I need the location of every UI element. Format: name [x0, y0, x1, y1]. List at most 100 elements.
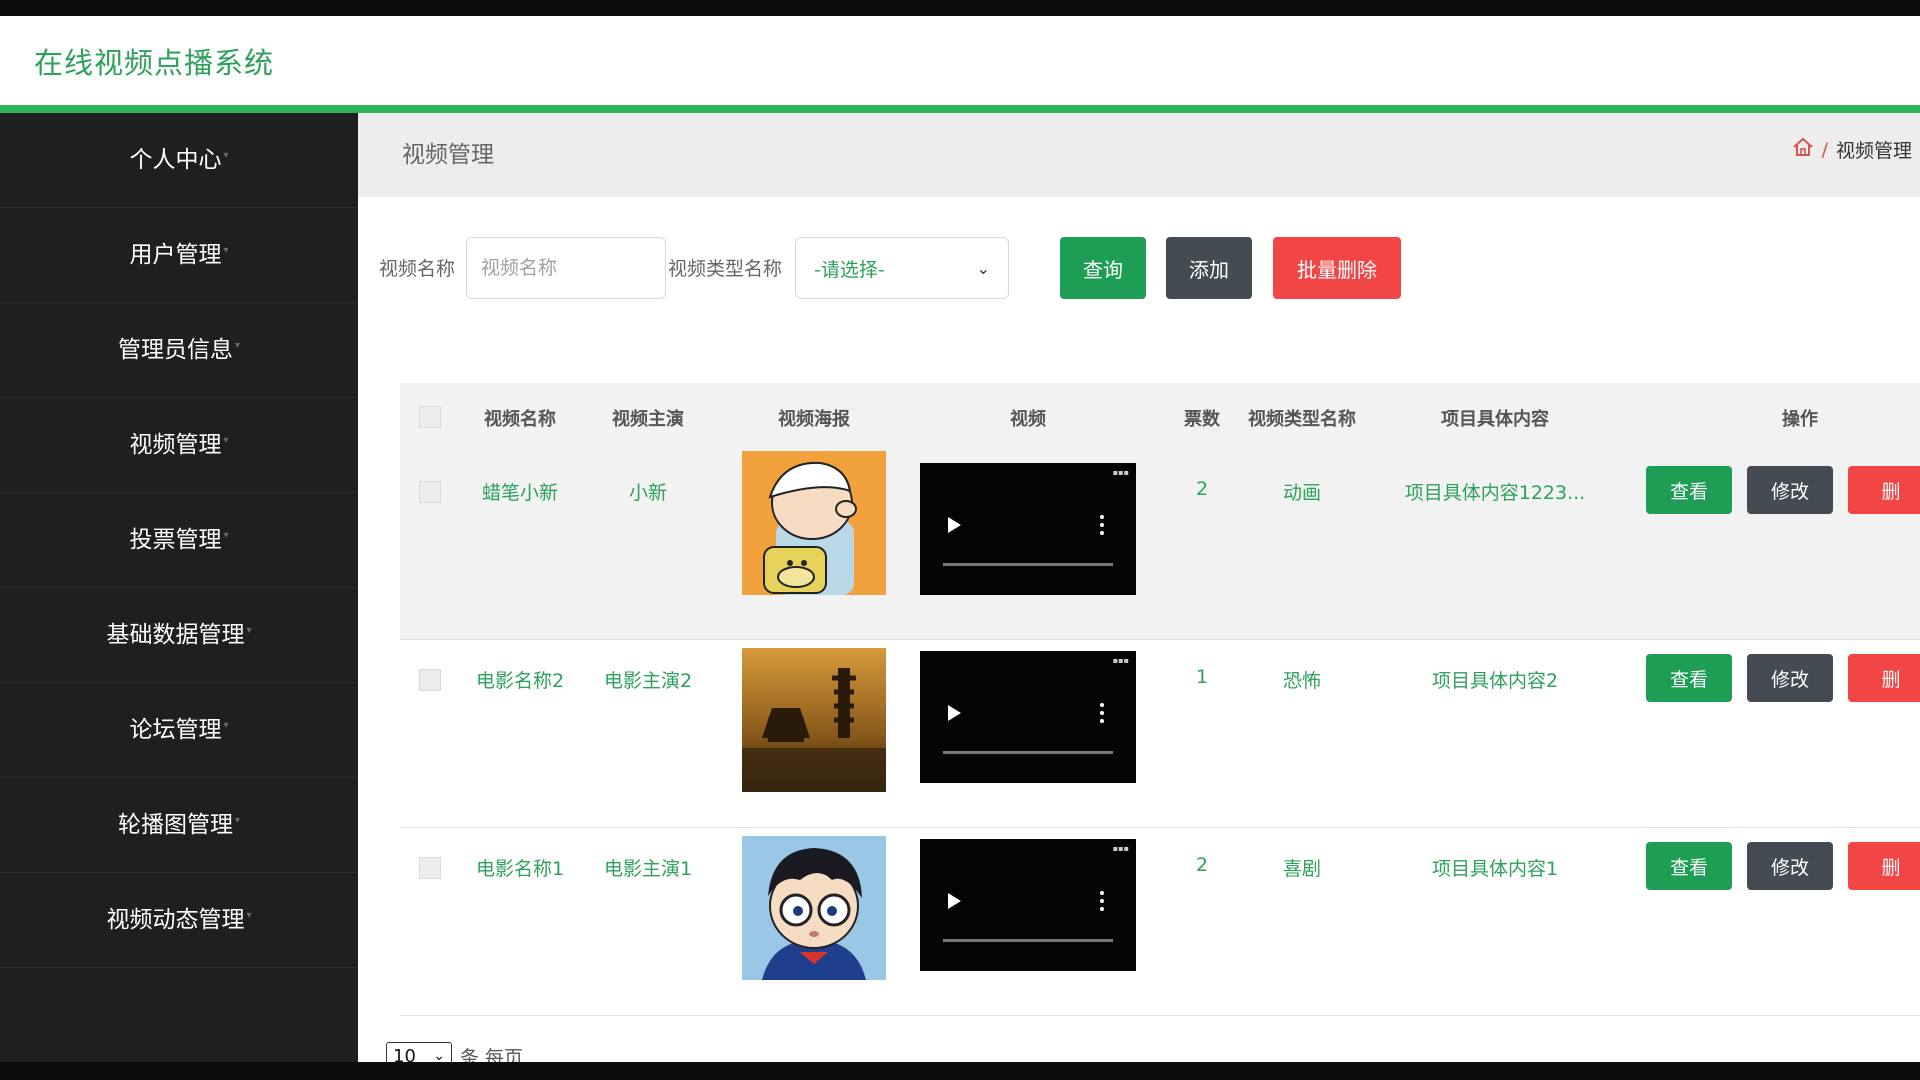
sidebar-item-video-news[interactable]: 视频动态管理 ▾ — [0, 873, 358, 968]
page-title: 视频管理 — [402, 142, 494, 168]
app-title: 在线视频点播系统 — [34, 46, 275, 80]
sidebar-item-vote-management[interactable]: 投票管理 ▾ — [0, 493, 358, 588]
breadcrumb-separator: / — [1821, 138, 1828, 161]
sidebar-item-admin-info[interactable]: 管理员信息 ▾ — [0, 303, 358, 398]
video-table: 视频名称 视频主演 视频海报 视频 票数 视频类型名称 项目具体内容 操作 蜡笔… — [400, 383, 1920, 1016]
video-actor-cell: 小新 — [628, 482, 667, 504]
sidebar-item-label: 轮播图管理 — [117, 812, 233, 838]
column-header: 票数 — [1184, 409, 1220, 430]
column-header: 视频 — [1010, 409, 1046, 430]
top-header: 在线视频点播系统 — [0, 16, 1920, 105]
per-page-label: 条 每页 — [460, 1046, 524, 1063]
video-type-cell: 恐怖 — [1282, 670, 1321, 692]
play-icon[interactable] — [948, 705, 961, 721]
view-button[interactable]: 查看 — [1646, 842, 1732, 890]
video-type-cell: 动画 — [1282, 482, 1321, 504]
delete-button[interactable]: 删 — [1848, 842, 1920, 890]
video-name-cell: 电影名称2 — [475, 670, 565, 692]
video-brand-icon: ▪▪▪ — [1112, 844, 1129, 853]
more-options-icon[interactable] — [1100, 515, 1104, 539]
page-size-select[interactable]: 10 ⌄ — [386, 1042, 452, 1062]
video-actor-cell: 电影主演2 — [603, 670, 693, 692]
home-icon[interactable] — [1792, 137, 1814, 162]
play-icon[interactable] — [948, 893, 961, 909]
sidebar-item-label: 基础数据管理 — [106, 622, 245, 648]
column-header: 视频类型名称 — [1248, 409, 1356, 430]
video-type-select[interactable]: -请选择- ⌄ — [795, 237, 1009, 299]
table-header: 视频名称 视频主演 视频海报 视频 票数 视频类型名称 项目具体内容 操作 — [400, 383, 1920, 451]
row-checkbox[interactable] — [419, 669, 441, 691]
submenu-caret-icon: ▾ — [246, 625, 252, 636]
column-header: 视频海报 — [778, 409, 850, 430]
sidebar-item-user-management[interactable]: 用户管理 ▾ — [0, 208, 358, 303]
content-cell: 项目具体内容1 — [1431, 858, 1559, 880]
breadcrumb-current: 视频管理 — [1835, 140, 1912, 162]
view-button[interactable]: 查看 — [1646, 654, 1732, 702]
sidebar-item-base-data[interactable]: 基础数据管理 ▾ — [0, 588, 358, 683]
video-progress-bar[interactable] — [943, 939, 1113, 942]
play-icon[interactable] — [948, 517, 961, 533]
sidebar-item-label: 个人中心 — [129, 147, 222, 173]
screen-bottom-border — [0, 1062, 1920, 1080]
page-heading-bar: 视频管理 / 视频管理 — [358, 113, 1920, 197]
video-name-input[interactable] — [466, 237, 666, 299]
app-screen: 在线视频点播系统 个人中心 ▾ 用户管理 ▾ 管理员信息 ▾ 视频管理 ▾ 投票管理 ▾ … — [0, 16, 1920, 1062]
edit-button[interactable]: 修改 — [1747, 466, 1833, 514]
chevron-down-icon: ⌄ — [976, 258, 990, 278]
query-button[interactable]: 查询 — [1060, 237, 1146, 299]
video-actor-cell: 电影主演1 — [603, 858, 693, 880]
submenu-caret-icon: ▾ — [234, 815, 241, 826]
video-player[interactable]: ▪▪▪ — [920, 463, 1136, 595]
edit-button[interactable]: 修改 — [1747, 842, 1833, 890]
sidebar-item-personal-center[interactable]: 个人中心 ▾ — [0, 113, 358, 208]
content-cell: 项目具体内容2 — [1431, 670, 1559, 692]
submenu-caret-icon: ▾ — [234, 340, 241, 351]
video-player[interactable]: ▪▪▪ — [920, 839, 1136, 971]
sidebar-item-carousel[interactable]: 轮播图管理 ▾ — [0, 778, 358, 873]
delete-button[interactable]: 删 — [1848, 466, 1920, 514]
video-player[interactable]: ▪▪▪ — [920, 651, 1136, 783]
video-brand-icon: ▪▪▪ — [1112, 656, 1129, 665]
video-name-cell: 蜡笔小新 — [481, 482, 558, 504]
video-progress-bar[interactable] — [943, 563, 1113, 566]
row-checkbox[interactable] — [419, 857, 441, 879]
sidebar-item-label: 用户管理 — [129, 242, 222, 268]
column-header: 操作 — [1782, 409, 1818, 430]
poster-image — [742, 451, 886, 595]
page-size-value: 10 — [393, 1045, 416, 1063]
pagination-size: 10 ⌄ 条 每页 — [386, 1042, 523, 1062]
poster-image — [742, 648, 886, 792]
row-checkbox[interactable] — [419, 481, 441, 503]
view-button[interactable]: 查看 — [1646, 466, 1732, 514]
sidebar-item-label: 投票管理 — [129, 527, 222, 553]
delete-button[interactable]: 删 — [1848, 654, 1920, 702]
sidebar-item-forum-management[interactable]: 论坛管理 ▾ — [0, 683, 358, 778]
sidebar-item-label: 管理员信息 — [117, 337, 233, 363]
video-name-label: 视频名称 — [379, 258, 456, 280]
main-content: 视频名称 视频类型名称 -请选择- ⌄ 查询 添加 批量删除 视频名称 视频主演… — [358, 197, 1920, 1062]
more-options-icon[interactable] — [1100, 891, 1104, 915]
more-options-icon[interactable] — [1100, 703, 1104, 727]
table-row: 蜡笔小新 小新 ▪▪▪ 2 动画 项目具体内容1223... 查看 修改 删 — [400, 451, 1920, 640]
submenu-caret-icon: ▾ — [223, 435, 229, 446]
video-name-cell: 电影名称1 — [475, 858, 565, 880]
edit-button[interactable]: 修改 — [1747, 654, 1833, 702]
video-type-cell: 喜剧 — [1282, 858, 1321, 880]
column-header: 视频主演 — [612, 409, 684, 430]
votes-cell: 1 — [1195, 666, 1209, 688]
breadcrumb: / 视频管理 — [1792, 136, 1912, 163]
select-all-checkbox[interactable] — [419, 406, 441, 428]
table-row: 电影名称1 电影主演1 ▪▪▪ 2 喜剧 项目具体内容1 查看 修改 删 — [400, 827, 1920, 1016]
sidebar-item-video-management[interactable]: 视频管理 ▾ — [0, 398, 358, 493]
submenu-caret-icon: ▾ — [223, 720, 229, 731]
submenu-caret-icon: ▾ — [223, 530, 229, 541]
batch-delete-button[interactable]: 批量删除 — [1273, 237, 1401, 299]
votes-cell: 2 — [1195, 478, 1209, 500]
video-progress-bar[interactable] — [943, 751, 1113, 754]
submenu-caret-icon: ▾ — [223, 150, 229, 161]
header-accent-line — [0, 105, 1920, 113]
chevron-down-icon: ⌄ — [433, 1048, 445, 1062]
sidebar-item-label: 论坛管理 — [129, 717, 222, 743]
votes-cell: 2 — [1195, 854, 1209, 876]
add-button[interactable]: 添加 — [1166, 237, 1252, 299]
